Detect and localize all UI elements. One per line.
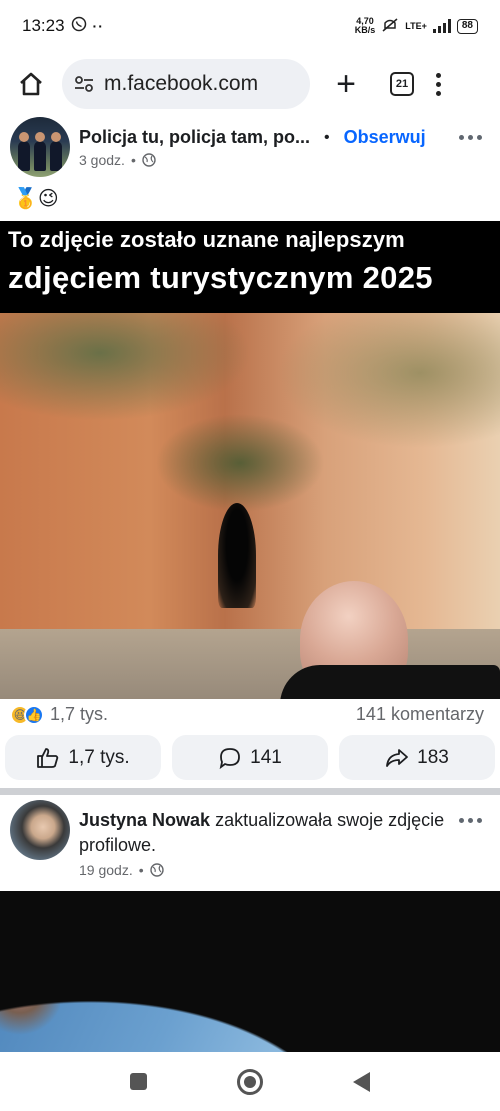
post2-time[interactable]: 19 godz.: [79, 862, 133, 878]
post-author-name[interactable]: Policja tu, policja tam, po...: [79, 127, 310, 148]
home-nav-button[interactable]: [237, 1068, 263, 1095]
avatar[interactable]: [10, 117, 70, 177]
battery-indicator: 88: [456, 18, 478, 34]
back-button[interactable]: [353, 1071, 370, 1092]
post-image[interactable]: To zdjęcie zostało uznane najlepszym zdj…: [0, 221, 500, 699]
browser-toolbar: m.facebook.com + 21: [0, 52, 500, 116]
image-caption-line2: zdjęciem turystycznym 2025: [8, 260, 433, 295]
post2-image[interactable]: [0, 891, 500, 1052]
recent-apps-button[interactable]: [130, 1073, 147, 1090]
home-icon: [20, 72, 42, 96]
post-actions: 1,7 tys. 141 183: [5, 735, 495, 780]
comment-icon: [219, 747, 241, 769]
net-speed: 4,70 KB/s: [355, 17, 376, 35]
like-count: 1,7 tys.: [68, 746, 130, 768]
comment-count: 141: [250, 746, 282, 768]
avatar[interactable]: [10, 800, 70, 860]
separator-dot: •: [130, 152, 136, 168]
whatsapp-icon: [71, 16, 87, 36]
share-arrow-icon: [386, 748, 409, 767]
share-button[interactable]: 183: [339, 735, 495, 780]
site-settings-icon[interactable]: [74, 75, 94, 93]
post-header: Policja tu, policja tam, po... • Obserwu…: [0, 117, 500, 177]
home-button[interactable]: [14, 67, 48, 101]
address-bar[interactable]: m.facebook.com: [62, 59, 310, 109]
image-caption-line1: To zdjęcie zostało uznane najlepszym: [8, 227, 405, 252]
url-text: m.facebook.com: [104, 72, 259, 95]
post2-author-name[interactable]: Justyna Nowak: [79, 810, 210, 830]
globe-icon: [142, 153, 156, 167]
post-text: 🥇😉: [13, 188, 59, 210]
reaction-icons[interactable]: 😆 👍: [10, 704, 44, 725]
system-navigation-bar: [0, 1052, 500, 1111]
reactions-summary: 😆 👍 1,7 tys. 141 komentarzy: [10, 704, 484, 725]
status-time: 13:23: [22, 16, 65, 35]
separator-dot: •: [324, 128, 330, 146]
tunnel-opening: [218, 503, 256, 608]
status-bar: 13:23 ·· 4,70 KB/s LTE+ 88: [0, 0, 500, 52]
globe-icon: [149, 863, 164, 877]
more-notifications-icon: ··: [92, 18, 104, 34]
network-type: LTE+: [405, 21, 427, 31]
like-button[interactable]: 1,7 tys.: [5, 735, 161, 780]
separator-dot: •: [138, 862, 144, 878]
net-speed-unit: KB/s: [354, 25, 376, 35]
mute-icon: [381, 17, 399, 35]
thumbs-up-icon: [37, 747, 59, 768]
signal-icon: [432, 19, 451, 33]
image-caption: To zdjęcie zostało uznane najlepszym zdj…: [0, 221, 500, 313]
comments-count[interactable]: 141 komentarzy: [356, 704, 484, 725]
tab-switcher-button[interactable]: 21: [390, 72, 414, 96]
follow-button[interactable]: Obserwuj: [344, 127, 426, 148]
post2-options-button[interactable]: [459, 818, 482, 878]
post-options-button[interactable]: [459, 135, 482, 177]
browser-menu-button[interactable]: [436, 72, 441, 96]
post2-headline: Justyna Nowak zaktualizowała swoje zdjęc…: [79, 808, 459, 858]
share-count: 183: [417, 746, 449, 768]
tunnel-photo: [0, 313, 500, 699]
comment-button[interactable]: 141: [172, 735, 328, 780]
new-tab-button[interactable]: +: [330, 67, 362, 101]
post-divider: [0, 788, 500, 795]
post-time[interactable]: 3 godz.: [79, 152, 125, 168]
post2-header: Justyna Nowak zaktualizowała swoje zdjęc…: [0, 800, 500, 878]
like-reaction-icon: 👍: [24, 704, 44, 725]
reaction-count[interactable]: 1,7 tys.: [50, 704, 108, 725]
